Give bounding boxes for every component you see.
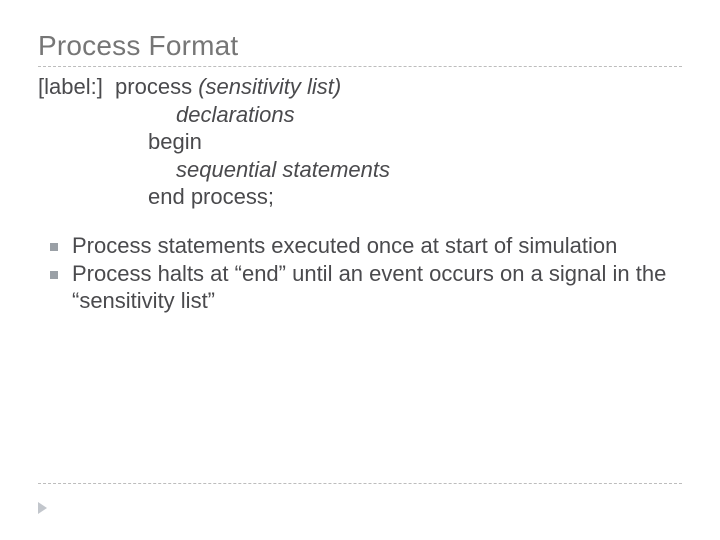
corner-arrow-icon [38, 502, 47, 514]
list-item: Process halts at “end” until an event oc… [44, 261, 682, 315]
syntax-line-5: end process; [38, 183, 682, 211]
syntax-block: [label:] process (sensitivity list) decl… [38, 73, 682, 211]
slide-title: Process Format [38, 30, 682, 62]
syntax-line-4: sequential statements [38, 156, 682, 184]
syntax-line-1-italic: (sensitivity list) [198, 74, 341, 99]
syntax-line-1-prefix: [label:] process [38, 74, 198, 99]
list-item: Process statements executed once at star… [44, 233, 682, 260]
bullet-list: Process statements executed once at star… [44, 233, 682, 315]
syntax-line-1: [label:] process (sensitivity list) [38, 73, 682, 101]
syntax-line-2: declarations [38, 101, 682, 129]
title-divider [38, 66, 682, 67]
footer-divider [38, 483, 682, 484]
slide: Process Format [label:] process (sensiti… [0, 0, 720, 540]
syntax-line-3: begin [38, 128, 682, 156]
